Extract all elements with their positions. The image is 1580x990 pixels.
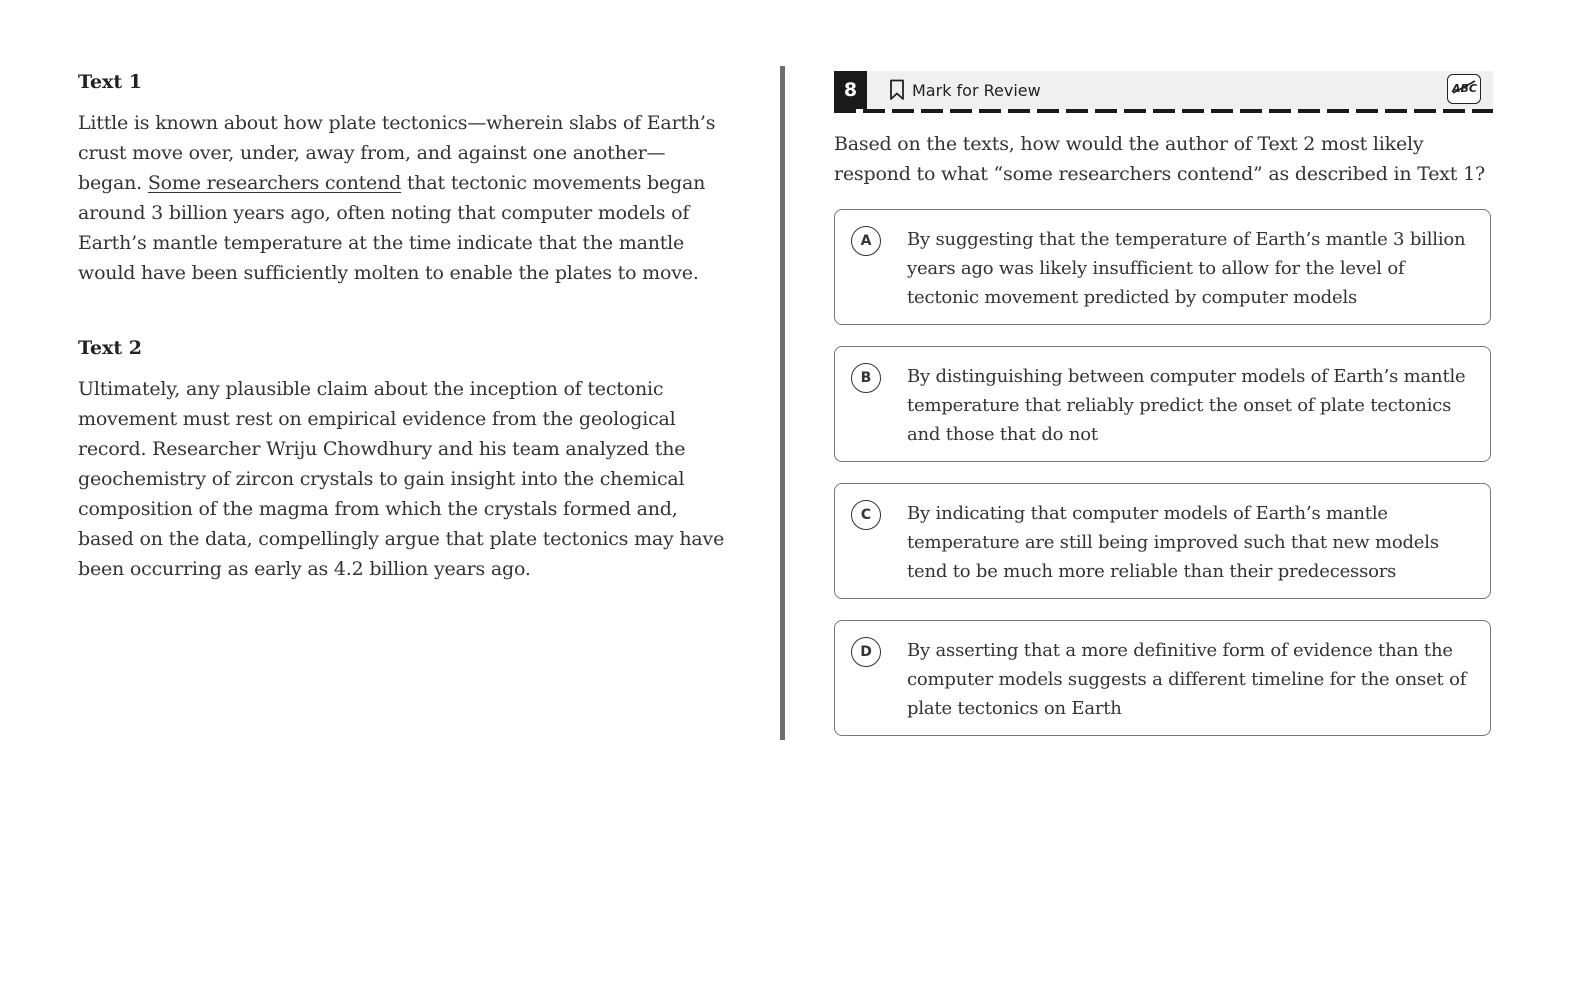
choice-a-text: By suggesting that the temperature of Ea… <box>907 229 1466 308</box>
passage-pane: Text 1 Little is known about how plate t… <box>78 68 728 584</box>
choice-a[interactable]: A By suggesting that the temperature of … <box>834 209 1491 325</box>
pane-divider[interactable] <box>780 66 785 740</box>
text-2-block: Text 2 Ultimately, any plausible claim a… <box>78 334 728 584</box>
mark-for-review-label: Mark for Review <box>912 80 1041 100</box>
text-1-heading: Text 1 <box>78 71 142 93</box>
question-stem: Based on the texts, how would the author… <box>834 133 1485 185</box>
abc-icon-text: ABC <box>1451 82 1477 95</box>
answer-choices: A By suggesting that the temperature of … <box>834 209 1493 736</box>
choice-b-letter: B <box>851 363 881 393</box>
choice-b-text: By distinguishing between computer model… <box>907 366 1466 445</box>
text-1-block: Text 1 Little is known about how plate t… <box>78 68 728 288</box>
answer-eliminator-button[interactable]: ABC <box>1447 74 1481 104</box>
mark-for-review-button[interactable]: Mark for Review <box>889 79 1041 101</box>
choice-a-letter: A <box>851 226 881 256</box>
choice-c[interactable]: C By indicating that computer models of … <box>834 483 1491 599</box>
abc-strikethrough-icon: ABC <box>1450 77 1478 101</box>
question-pane: 8 Mark for Review ABC Based on the texts… <box>834 71 1493 757</box>
choice-d-text: By asserting that a more definitive form… <box>907 640 1467 719</box>
choice-d[interactable]: D By asserting that a more definitive fo… <box>834 620 1491 736</box>
text-2-paragraph: Ultimately, any plausible claim about th… <box>78 378 725 580</box>
header-dashed-rule <box>834 109 1493 113</box>
question-number: 8 <box>834 71 867 109</box>
bookmark-icon <box>889 79 905 101</box>
choice-c-letter: C <box>851 500 881 530</box>
choice-d-letter: D <box>851 637 881 667</box>
underlined-phrase: Some researchers contend <box>147 172 402 194</box>
question-header: 8 Mark for Review ABC <box>834 71 1493 109</box>
choice-c-text: By indicating that computer models of Ea… <box>907 503 1439 582</box>
choice-b[interactable]: B By distinguishing between computer mod… <box>834 346 1491 462</box>
text-1-paragraph: Little is known about how plate tectonic… <box>78 108 728 288</box>
text-2-heading: Text 2 <box>78 337 142 359</box>
